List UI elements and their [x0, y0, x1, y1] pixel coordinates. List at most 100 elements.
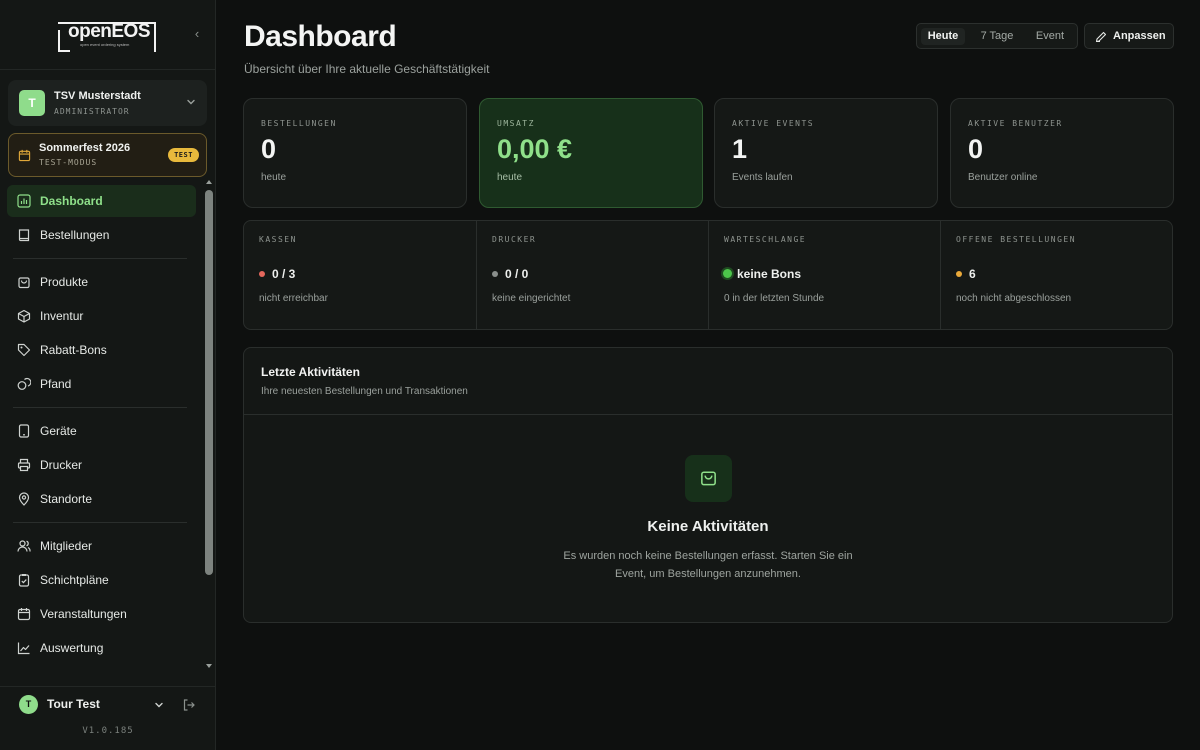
organization-switcher[interactable]: T TSV Musterstadt ADMINISTRATOR — [8, 80, 207, 126]
status-value: 0 / 0 — [505, 267, 529, 281]
kpi-note: Benutzer online — [968, 172, 1038, 183]
kpi-card-aktive-events: AKTIVE EVENTS 1 Events laufen — [714, 98, 938, 208]
sidebar-item-label: Drucker — [40, 458, 83, 472]
kpi-value: 0,00 € — [497, 134, 573, 164]
event-name: Sommerfest 2026 — [39, 142, 131, 154]
sidebar-item-auswertung[interactable]: Auswertung — [7, 632, 196, 664]
status-label: WARTESCHLANGE — [724, 235, 807, 244]
kpi-value: 0 — [261, 134, 277, 164]
shopping-bag-icon — [18, 277, 30, 289]
bar-chart-icon — [17, 194, 31, 208]
sidebar-item-dashboard[interactable]: Dashboard — [7, 185, 196, 217]
sidebar-nav: Dashboard Bestellungen Produkte Inventur… — [0, 184, 203, 674]
collapse-sidebar-icon[interactable]: ‹ — [190, 27, 204, 41]
status-dot-red — [259, 271, 265, 277]
organization-avatar: T — [19, 90, 45, 116]
sidebar-item-label: Schichtpläne — [40, 573, 109, 587]
sidebar-item-pfand[interactable]: Pfand — [7, 368, 196, 400]
nav-divider — [13, 522, 187, 523]
scrollbar-thumb[interactable] — [205, 190, 213, 575]
status-dot-gray — [492, 271, 498, 277]
active-event-card[interactable]: Sommerfest 2026 TEST-MODUS TEST — [8, 133, 207, 177]
users-icon — [17, 540, 31, 552]
sidebar-item-drucker[interactable]: Drucker — [7, 449, 196, 481]
logo-tagline: open event ordering system — [80, 42, 130, 47]
sidebar-item-label: Dashboard — [40, 194, 103, 208]
sidebar-item-label: Auswertung — [40, 641, 104, 655]
status-value: keine Bons — [737, 267, 802, 281]
sidebar-item-label: Bestellungen — [40, 228, 110, 242]
tablet-icon — [18, 424, 30, 438]
calendar-icon — [17, 608, 31, 621]
activity-subtitle: Ihre neuesten Bestellungen und Transakti… — [261, 386, 468, 397]
chevron-down-icon[interactable] — [153, 699, 165, 711]
clipboard-check-icon — [18, 574, 30, 587]
line-chart-icon — [17, 642, 30, 655]
sidebar-item-label: Rabatt-Bons — [40, 343, 107, 357]
range-7-days-button[interactable]: 7 Tage — [971, 28, 1023, 45]
chevron-down-icon — [187, 99, 195, 105]
scroll-up-arrow-icon[interactable] — [206, 180, 212, 184]
empty-state-title: Keine Aktivitäten — [647, 518, 769, 535]
status-label: DRUCKER — [492, 235, 537, 244]
range-event-button[interactable]: Event — [1027, 28, 1073, 45]
logout-icon[interactable] — [182, 698, 196, 712]
printer-icon — [17, 458, 31, 472]
sidebar-item-schichtplaene[interactable]: Schichtpläne — [7, 564, 196, 596]
sidebar-item-inventur[interactable]: Inventur — [7, 300, 196, 332]
shopping-bag-icon — [701, 471, 716, 486]
sidebar-item-label: Geräte — [40, 424, 77, 438]
sidebar-item-bestellungen[interactable]: Bestellungen — [7, 219, 196, 251]
kpi-label: AKTIVE BENUTZER — [968, 119, 1063, 128]
status-kassen: KASSEN 0 / 3 nicht erreichbar — [244, 221, 476, 329]
sidebar-item-label: Veranstaltungen — [40, 607, 127, 621]
kpi-card-aktive-benutzer: AKTIVE BENUTZER 0 Benutzer online — [950, 98, 1174, 208]
customize-label: Anpassen — [1113, 30, 1166, 42]
user-avatar: T — [19, 695, 38, 714]
page-title: Dashboard — [244, 20, 397, 53]
kpi-label: AKTIVE EVENTS — [732, 119, 815, 128]
calendar-icon — [18, 149, 31, 162]
organization-role: ADMINISTRATOR — [54, 107, 130, 116]
status-note: nicht erreichbar — [259, 293, 328, 304]
sidebar-item-produkte[interactable]: Produkte — [7, 266, 196, 298]
sidebar-item-rabatt-bons[interactable]: Rabatt-Bons — [7, 334, 196, 366]
empty-state-text: Es wurden noch keine Bestellungen erfass… — [563, 550, 853, 580]
status-offene-bestellungen: OFFENE BESTELLUNGEN 6 noch nicht abgesch… — [940, 221, 1172, 329]
sidebar-item-label: Standorte — [40, 492, 93, 506]
status-value: 0 / 3 — [272, 267, 296, 281]
kpi-card-umsatz: UMSATZ 0,00 € heute — [479, 98, 703, 208]
status-value: 6 — [969, 267, 976, 281]
coins-icon — [17, 377, 31, 390]
status-label: OFFENE BESTELLUNGEN — [956, 235, 1077, 244]
sidebar-item-geraete[interactable]: Geräte — [7, 415, 196, 447]
status-dot-green — [723, 269, 732, 278]
kpi-card-bestellungen: BESTELLUNGEN 0 heute — [243, 98, 467, 208]
kpi-label: BESTELLUNGEN — [261, 119, 337, 128]
activity-header: Letzte Aktivitäten Ihre neuesten Bestell… — [244, 348, 1172, 415]
scroll-down-arrow-icon[interactable] — [206, 664, 212, 668]
openeos-logo[interactable]: openEOS open event ordering system — [58, 20, 158, 54]
sidebar-item-mitglieder[interactable]: Mitglieder — [7, 530, 196, 562]
customize-button[interactable]: Anpassen — [1084, 23, 1174, 49]
pencil-icon — [1095, 31, 1107, 43]
system-status-panel: KASSEN 0 / 3 nicht erreichbar DRUCKER 0 … — [243, 220, 1173, 330]
kpi-note: Events laufen — [732, 172, 793, 183]
status-note: 0 in der letzten Stunde — [724, 293, 825, 304]
user-menu[interactable]: T Tour Test — [0, 686, 216, 722]
event-mode: TEST-MODUS — [39, 158, 98, 167]
kpi-value: 0 — [968, 134, 984, 164]
sidebar-scrollbar[interactable] — [204, 178, 214, 674]
test-badge: TEST — [168, 148, 199, 162]
empty-state-icon-box — [685, 455, 732, 502]
nav-divider — [13, 407, 187, 408]
sidebar-item-standorte[interactable]: Standorte — [7, 483, 196, 515]
logo-text: openEOS — [68, 21, 151, 42]
sidebar-item-veranstaltungen[interactable]: Veranstaltungen — [7, 598, 196, 630]
status-dot-amber — [956, 271, 962, 277]
range-today-button[interactable]: Heute — [921, 28, 965, 45]
box-icon — [17, 309, 31, 323]
page-subtitle: Übersicht über Ihre aktuelle Geschäftstä… — [244, 62, 490, 76]
organization-name: TSV Musterstadt — [54, 90, 141, 102]
logo-row: openEOS open event ordering system ‹ — [0, 0, 215, 70]
